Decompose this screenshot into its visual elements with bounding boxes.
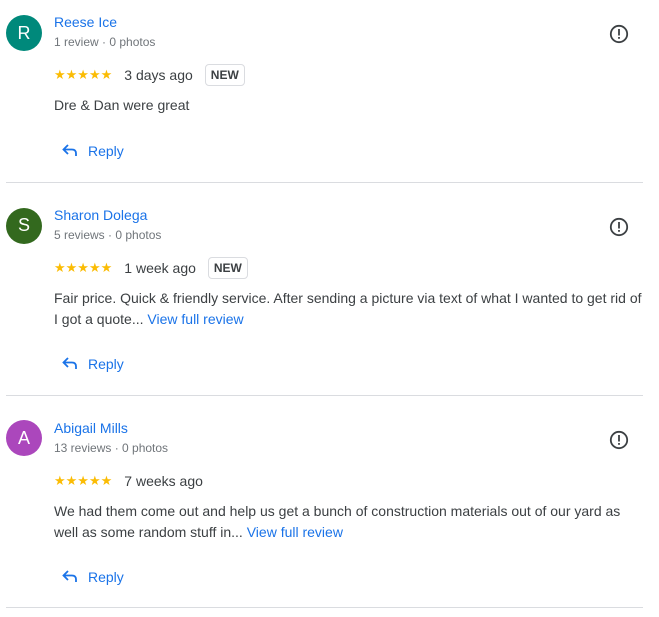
reply-arrow-icon (62, 357, 77, 369)
view-full-review-link[interactable]: View full review (247, 524, 343, 540)
reply-label: Reply (88, 356, 124, 372)
rating-line: ★★★★★ 7 weeks ago (54, 469, 203, 493)
avatar[interactable]: A (6, 420, 42, 456)
review-card: S Sharon Dolega 5 reviews · 0 photos ★★★… (0, 183, 659, 396)
reviews-list: R Reese Ice 1 review · 0 photos ★★★★★ 3 … (0, 0, 659, 608)
reviewer-name[interactable]: Abigail Mills (54, 420, 128, 436)
review-date: 7 weeks ago (124, 472, 203, 489)
star-rating: ★★★★★ (54, 67, 113, 82)
review-card: R Reese Ice 1 review · 0 photos ★★★★★ 3 … (0, 0, 659, 183)
reply-label: Reply (88, 143, 124, 159)
rating-line: ★★★★★ 1 week ago NEW (54, 256, 248, 280)
reply-arrow-icon (62, 569, 77, 582)
rating-line: ★★★★★ 3 days ago NEW (54, 63, 245, 87)
star-rating: ★★★★★ (54, 472, 113, 488)
review-text: We had them come out and help us get a b… (54, 501, 644, 543)
reply-button[interactable]: Reply (62, 143, 124, 159)
reviewer-name[interactable]: Reese Ice (54, 14, 117, 30)
avatar[interactable]: R (6, 15, 42, 51)
report-flag-icon[interactable] (609, 430, 629, 450)
review-body: Dre & Dan were great (54, 97, 190, 113)
reply-button[interactable]: Reply (62, 356, 124, 372)
reply-arrow-icon (62, 144, 77, 156)
review-date: 1 week ago (124, 260, 196, 276)
reviewer-meta: 13 reviews · 0 photos (54, 440, 169, 455)
view-full-review-link[interactable]: View full review (147, 311, 243, 327)
reply-button[interactable]: Reply (62, 569, 124, 585)
reviewer-meta: 1 review · 0 photos (54, 35, 156, 49)
review-card: A Abigail Mills 13 reviews · 0 photos ★★… (0, 396, 659, 608)
report-flag-icon[interactable] (609, 217, 629, 237)
reply-label: Reply (88, 568, 124, 585)
review-body: Fair price. Quick & friendly service. Af… (54, 290, 642, 327)
report-flag-icon[interactable] (609, 24, 629, 44)
new-badge: NEW (204, 64, 245, 86)
avatar[interactable]: S (6, 207, 42, 244)
reviewer-meta: 5 reviews · 0 photos (54, 228, 162, 242)
reviewer-name[interactable]: Sharon Dolega (54, 207, 147, 223)
review-text: Fair price. Quick & friendly service. Af… (54, 288, 644, 330)
review-text: Dre & Dan were great (54, 95, 644, 116)
divider (6, 607, 643, 608)
new-badge: NEW (207, 257, 248, 279)
review-date: 3 days ago (124, 67, 193, 83)
star-rating: ★★★★★ (54, 260, 113, 275)
